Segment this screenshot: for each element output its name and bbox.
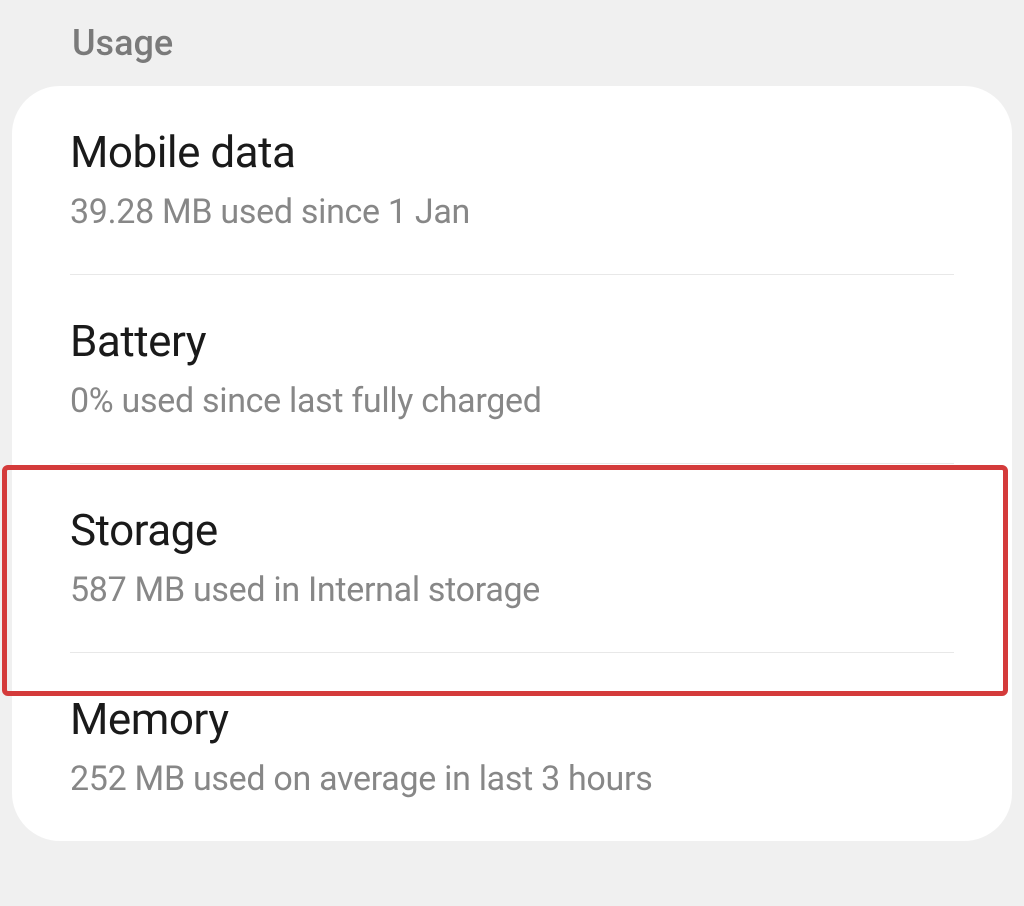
item-title: Memory xyxy=(70,693,954,745)
item-title: Storage xyxy=(70,504,954,556)
list-item-battery[interactable]: Battery 0% used since last fully charged xyxy=(12,275,1012,463)
item-title: Battery xyxy=(70,315,954,367)
section-header-usage: Usage xyxy=(0,0,1024,86)
list-item-mobile-data[interactable]: Mobile data 39.28 MB used since 1 Jan xyxy=(12,86,1012,274)
item-title: Mobile data xyxy=(70,126,954,178)
item-subtitle: 39.28 MB used since 1 Jan xyxy=(70,192,954,232)
item-subtitle: 252 MB used on average in last 3 hours xyxy=(70,759,954,799)
item-subtitle: 0% used since last fully charged xyxy=(70,381,954,421)
list-item-storage[interactable]: Storage 587 MB used in Internal storage xyxy=(12,464,1012,652)
item-subtitle: 587 MB used in Internal storage xyxy=(70,570,954,610)
usage-card: Mobile data 39.28 MB used since 1 Jan Ba… xyxy=(12,86,1012,841)
list-item-memory[interactable]: Memory 252 MB used on average in last 3 … xyxy=(12,653,1012,841)
